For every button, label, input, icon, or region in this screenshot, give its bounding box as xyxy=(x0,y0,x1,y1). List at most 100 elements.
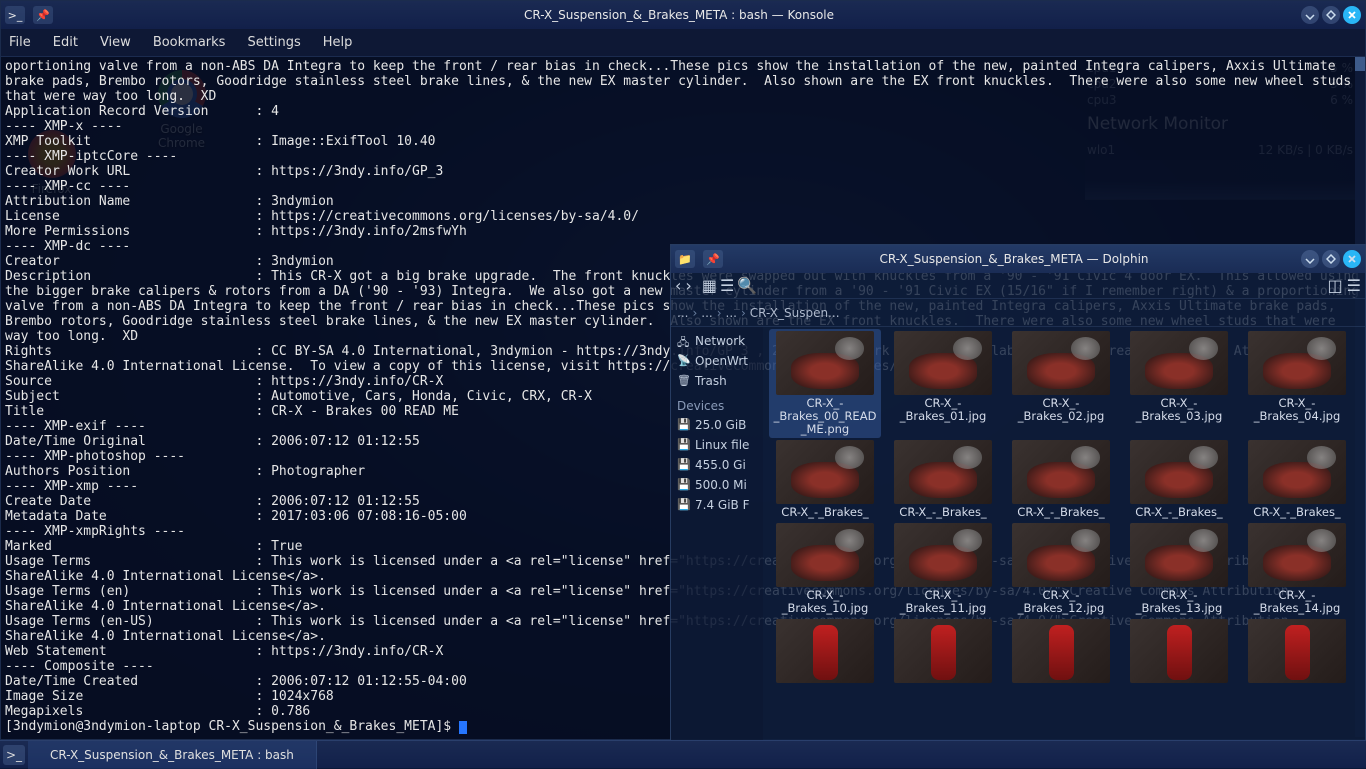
maximize-button[interactable] xyxy=(1322,6,1340,24)
file-item[interactable] xyxy=(1005,617,1117,687)
disk-icon: 💾 xyxy=(677,438,691,452)
file-thumbnail xyxy=(1130,440,1228,504)
split-button[interactable]: ◫ xyxy=(1328,276,1343,295)
file-thumbnail xyxy=(776,523,874,587)
file-item[interactable]: CR-X_-_Brakes_ xyxy=(1241,438,1353,521)
file-thumbnail xyxy=(1130,331,1228,395)
file-item[interactable]: CR-X_-_Brakes_12.jpg xyxy=(1005,521,1117,617)
breadcrumb-segment[interactable]: ... xyxy=(677,306,688,320)
trash-icon: 🗑 xyxy=(677,374,691,388)
maximize-button[interactable] xyxy=(1322,250,1340,268)
file-label: CR-X_-_Brakes_ xyxy=(1135,506,1222,519)
file-item[interactable]: CR-X_-_Brakes_10.jpg xyxy=(769,521,881,617)
dolphin-window: 📁 📌 CR-X_Suspension_&_Brakes_META — Dolp… xyxy=(670,244,1366,742)
search-button[interactable]: 🔍 xyxy=(737,276,757,295)
menu-file[interactable]: File xyxy=(9,35,31,50)
file-label: CR-X_-_Brakes_01.jpg xyxy=(889,397,997,423)
close-button[interactable] xyxy=(1343,250,1361,268)
forward-button[interactable]: › xyxy=(685,276,691,295)
file-item[interactable]: CR-X_-_Brakes_ xyxy=(769,438,881,521)
file-thumbnail xyxy=(1012,619,1110,683)
file-item[interactable] xyxy=(1123,617,1235,687)
breadcrumb-segment[interactable]: CR-X_Suspen... xyxy=(750,306,840,320)
sidebar-item-disk[interactable]: 💾Linux file xyxy=(673,435,761,455)
file-thumbnail xyxy=(1248,331,1346,395)
file-label: CR-X_-_Brakes_ xyxy=(1253,506,1340,519)
taskbar-task-konsole[interactable]: CR-X_Suspension_&_Brakes_META : bash xyxy=(28,741,317,769)
file-item[interactable]: CR-X_-_Brakes_02.jpg xyxy=(1005,329,1117,438)
dolphin-sidebar: 🖧Network 📡OpenWrt 🗑Trash Devices 💾25.0 G… xyxy=(671,327,763,741)
file-label: CR-X_-_Brakes_10.jpg xyxy=(771,589,879,615)
file-item[interactable] xyxy=(887,617,999,687)
sidebar-item-openwrt[interactable]: 📡OpenWrt xyxy=(673,351,761,371)
breadcrumb[interactable]: ...› ...› ...› CR-X_Suspen... xyxy=(671,299,1365,327)
icons-view-button[interactable]: ▦ xyxy=(702,276,717,295)
file-thumbnail xyxy=(894,619,992,683)
menu-button[interactable]: ☰ xyxy=(1347,276,1361,295)
pin-icon[interactable]: 📌 xyxy=(33,6,53,24)
konsole-menubar: File Edit View Bookmarks Settings Help xyxy=(1,29,1365,57)
file-label: CR-X_-_Brakes_02.jpg xyxy=(1007,397,1115,423)
dolphin-toolbar: ‹ › ▦ ☰ 🔍 ◫ ☰ xyxy=(671,273,1365,299)
file-item[interactable]: CR-X_-_Brakes_04.jpg xyxy=(1241,329,1353,438)
file-item[interactable]: CR-X_-_Brakes_ xyxy=(1123,438,1235,521)
file-item[interactable]: CR-X_-_Brakes_00_READ_ME.png xyxy=(769,329,881,438)
file-thumbnail xyxy=(1012,331,1110,395)
menu-edit[interactable]: Edit xyxy=(53,35,78,50)
file-item[interactable]: CR-X_-_Brakes_ xyxy=(887,438,999,521)
konsole-titlebar[interactable]: >_ 📌 CR-X_Suspension_&_Brakes_META : bas… xyxy=(1,1,1365,29)
file-label: CR-X_-_Brakes_ xyxy=(899,506,986,519)
file-label: CR-X_-_Brakes_ xyxy=(1017,506,1104,519)
file-item[interactable] xyxy=(769,617,881,687)
file-thumbnail xyxy=(776,331,874,395)
file-item[interactable]: CR-X_-_Brakes_01.jpg xyxy=(887,329,999,438)
minimize-button[interactable] xyxy=(1301,250,1319,268)
network-icon: 🖧 xyxy=(677,334,691,348)
file-item[interactable]: CR-X_-_Brakes_03.jpg xyxy=(1123,329,1235,438)
sidebar-item-trash[interactable]: 🗑Trash xyxy=(673,371,761,391)
file-label: CR-X_-_Brakes_ xyxy=(781,506,868,519)
file-item[interactable]: CR-X_-_Brakes_13.jpg xyxy=(1123,521,1235,617)
file-label: CR-X_-_Brakes_13.jpg xyxy=(1125,589,1233,615)
file-thumbnail xyxy=(776,440,874,504)
minimize-button[interactable] xyxy=(1301,6,1319,24)
menu-bookmarks[interactable]: Bookmarks xyxy=(153,35,226,50)
file-item[interactable]: CR-X_-_Brakes_11.jpg xyxy=(887,521,999,617)
back-button[interactable]: ‹ xyxy=(675,276,681,295)
desktop: Firefox Google Chrome cpu15 % cpu25 % cp… xyxy=(0,0,1366,768)
file-label: CR-X_-_Brakes_14.jpg xyxy=(1243,589,1351,615)
details-view-button[interactable]: ☰ xyxy=(720,276,734,295)
file-item[interactable]: CR-X_-_Brakes_ xyxy=(1005,438,1117,521)
file-thumbnail xyxy=(894,331,992,395)
pin-icon[interactable]: 📌 xyxy=(703,250,723,268)
terminal-icon[interactable]: >_ xyxy=(3,745,25,765)
menu-help[interactable]: Help xyxy=(323,35,353,50)
file-item[interactable]: CR-X_-_Brakes_14.jpg xyxy=(1241,521,1353,617)
sidebar-item-disk[interactable]: 💾7.4 GiB F xyxy=(673,495,761,515)
file-thumbnail xyxy=(776,619,874,683)
scrollbar-thumb[interactable] xyxy=(1355,57,1365,71)
disk-icon: 💾 xyxy=(677,498,691,512)
sidebar-item-disk[interactable]: 💾500.0 Mi xyxy=(673,475,761,495)
close-button[interactable] xyxy=(1343,6,1361,24)
router-icon: 📡 xyxy=(677,354,691,368)
breadcrumb-segment[interactable]: ... xyxy=(701,306,712,320)
sidebar-item-disk[interactable]: 💾455.0 Gi xyxy=(673,455,761,475)
file-thumbnail xyxy=(894,523,992,587)
shell-prompt: [3ndymion@3ndymion-laptop CR-X_Suspensio… xyxy=(5,719,459,734)
file-thumbnail xyxy=(894,440,992,504)
menu-view[interactable]: View xyxy=(100,35,131,50)
sidebar-item-network[interactable]: 🖧Network xyxy=(673,331,761,351)
sidebar-item-disk[interactable]: 💾25.0 GiB xyxy=(673,415,761,435)
file-thumbnail xyxy=(1130,619,1228,683)
disk-icon: 💾 xyxy=(677,418,691,432)
menu-settings[interactable]: Settings xyxy=(247,35,300,50)
terminal-icon[interactable]: >_ xyxy=(5,6,25,24)
folder-icon[interactable]: 📁 xyxy=(675,250,695,268)
dolphin-titlebar[interactable]: 📁 📌 CR-X_Suspension_&_Brakes_META — Dolp… xyxy=(671,245,1365,273)
file-label: CR-X_-_Brakes_03.jpg xyxy=(1125,397,1233,423)
file-grid[interactable]: CR-X_-_Brakes_00_READ_ME.pngCR-X_-_Brake… xyxy=(763,327,1365,741)
breadcrumb-segment[interactable]: ... xyxy=(726,306,737,320)
taskbar: >_ CR-X_Suspension_&_Brakes_META : bash xyxy=(0,740,1366,768)
file-item[interactable] xyxy=(1241,617,1353,687)
